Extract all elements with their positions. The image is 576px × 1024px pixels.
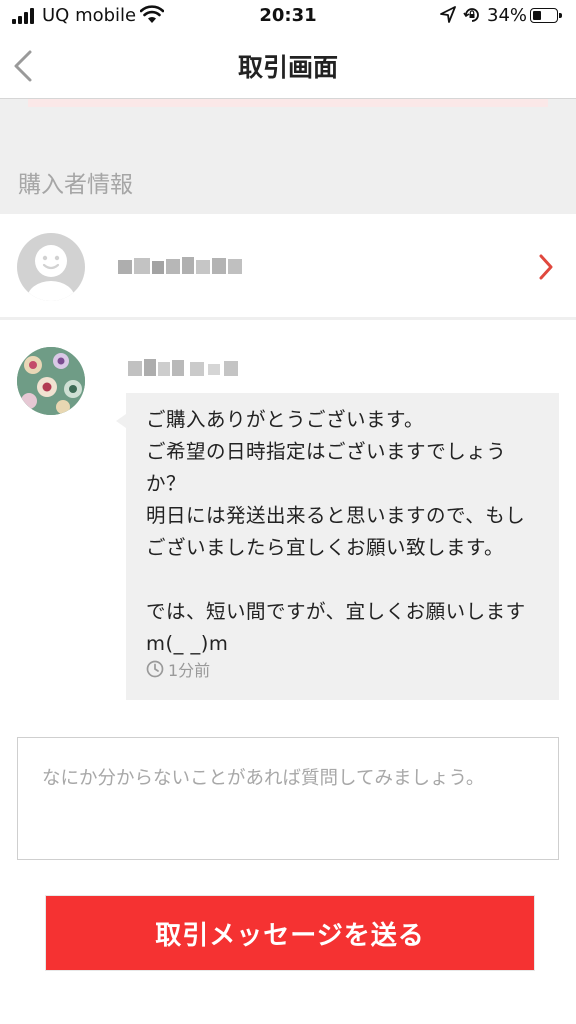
status-bar: UQ mobile 20:31 34% <box>0 0 576 34</box>
buyer-row[interactable] <box>0 214 576 320</box>
send-message-button[interactable]: 取引メッセージを送る <box>45 895 535 971</box>
message-text: ご購入ありがとうございます。 ご希望の日時指定はございますでしょうか？ 明日には… <box>146 408 526 655</box>
buyer-name-blurred <box>118 254 248 278</box>
sender-name-blurred <box>128 357 250 379</box>
sender-avatar <box>17 347 85 415</box>
section-band: 購入者情報 <box>0 99 576 214</box>
navigation-bar: 取引画面 <box>0 34 576 99</box>
battery-icon <box>530 8 562 23</box>
message-time-text: 1分前 <box>168 661 211 680</box>
rotation-lock-icon <box>463 6 481 29</box>
chevron-right-icon <box>536 252 556 286</box>
page-title: 取引画面 <box>237 53 338 82</box>
message-input-box[interactable] <box>17 737 559 860</box>
bubble-tail <box>116 414 126 428</box>
clock-icon <box>146 660 164 678</box>
location-arrow-icon <box>440 6 456 29</box>
message-timestamp: 1分前 <box>146 657 210 681</box>
notice-strip <box>28 99 548 107</box>
buyer-info-heading: 購入者情報 <box>18 172 133 198</box>
default-avatar-icon <box>27 245 75 301</box>
message-input[interactable] <box>18 738 558 859</box>
buyer-avatar <box>17 233 85 301</box>
battery-percent: 34% <box>487 5 528 26</box>
